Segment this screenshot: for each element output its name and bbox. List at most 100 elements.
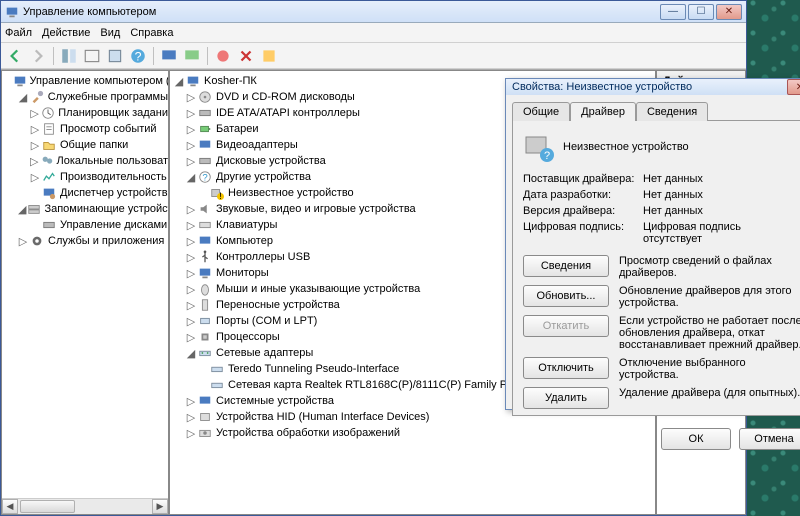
tab-general[interactable]: Общие: [512, 102, 570, 121]
network-icon: [197, 346, 213, 360]
tree-item[interactable]: ▷Производительность: [28, 169, 168, 185]
tree-root[interactable]: ▸Управление компьютером (л: [4, 73, 168, 89]
device-large-icon: ?: [523, 131, 555, 163]
button-description: Если устройство не работает после обновл…: [619, 315, 800, 351]
network-adapter-icon: [209, 378, 225, 392]
help-icon[interactable]: ?: [128, 46, 148, 66]
button-description: Обновление драйверов для этого устройств…: [619, 285, 800, 309]
storage-icon: [27, 202, 41, 216]
battery-icon: [197, 122, 213, 136]
toolbar-icon[interactable]: [236, 46, 256, 66]
prop-key: Дата разработки:: [523, 189, 643, 201]
tab-driver[interactable]: Драйвер: [570, 102, 636, 121]
performance-icon: [41, 170, 57, 184]
svg-text:?: ?: [202, 173, 207, 184]
prop-val: Нет данных: [643, 205, 800, 217]
tree-item[interactable]: ◢Служебные программы: [16, 89, 168, 105]
prop-key: Поставщик драйвера:: [523, 173, 643, 185]
menu-help[interactable]: Справка: [130, 27, 173, 39]
toolbar-icon[interactable]: [182, 46, 202, 66]
menu-file[interactable]: Файл: [5, 27, 32, 39]
cancel-button[interactable]: Отмена: [739, 428, 800, 450]
driver-rollback-button: Откатить: [523, 315, 609, 337]
cpu-icon: [197, 330, 213, 344]
navigation-tree[interactable]: ▸Управление компьютером (л ◢Служебные пр…: [1, 70, 169, 515]
services-icon: [29, 234, 45, 248]
tree-item[interactable]: ▷Локальные пользоват: [28, 153, 168, 169]
app-icon: [5, 5, 19, 19]
button-description: Просмотр сведений о файлах драйверов.: [619, 255, 800, 279]
dialog-titlebar[interactable]: Свойства: Неизвестное устройство ✕: [506, 79, 800, 95]
tree-item[interactable]: ▷Планировщик задани: [28, 105, 168, 121]
button-description: Отключение выбранного устройства.: [619, 357, 800, 381]
svg-text:?: ?: [544, 150, 550, 162]
disk-icon: [197, 154, 213, 168]
properties-dialog: Свойства: Неизвестное устройство ✕ Общие…: [505, 78, 800, 410]
tab-details[interactable]: Сведения: [636, 102, 708, 121]
back-button[interactable]: [5, 46, 25, 66]
port-icon: [197, 314, 213, 328]
eventlog-icon: [41, 122, 57, 136]
tools-icon: [29, 90, 45, 104]
computer-icon: [197, 234, 213, 248]
driver-remove-button[interactable]: Удалить: [523, 387, 609, 409]
toolbar-icon[interactable]: [259, 46, 279, 66]
scroll-left-button[interactable]: ◀: [2, 499, 18, 514]
menu-action[interactable]: Действие: [42, 27, 90, 39]
toolbar-icon[interactable]: [159, 46, 179, 66]
toolbar-icon[interactable]: [213, 46, 233, 66]
menu-view[interactable]: Вид: [100, 27, 120, 39]
tree-item[interactable]: ▷Просмотр событий: [28, 121, 168, 137]
forward-button[interactable]: [28, 46, 48, 66]
titlebar[interactable]: Управление компьютером — ☐ ✕: [1, 1, 746, 23]
other-devices-icon: ?: [197, 170, 213, 184]
toolbar: ?: [1, 43, 746, 69]
ok-button[interactable]: ОК: [661, 428, 731, 450]
prop-key: Цифровая подпись:: [523, 221, 643, 245]
network-adapter-icon: [209, 362, 225, 376]
mouse-icon: [197, 282, 213, 296]
computer-icon: [185, 74, 201, 88]
prop-key: Версия драйвера:: [523, 205, 643, 217]
tree-item[interactable]: ◢Запоминающие устройст: [16, 201, 168, 217]
usb-icon: [197, 250, 213, 264]
portable-icon: [197, 298, 213, 312]
svg-text:!: !: [219, 191, 222, 200]
scrollbar-horizontal[interactable]: ◀ ▶: [2, 498, 168, 514]
driver-disable-button[interactable]: Отключить: [523, 357, 609, 379]
toolbar-icon[interactable]: [105, 46, 125, 66]
system-icon: [197, 394, 213, 408]
button-description: Удаление драйвера (для опытных).: [619, 387, 800, 399]
toolbar-icon[interactable]: [82, 46, 102, 66]
audio-icon: [197, 202, 213, 216]
keyboard-icon: [197, 218, 213, 232]
driver-details-button[interactable]: Сведения: [523, 255, 609, 277]
scroll-right-button[interactable]: ▶: [152, 499, 168, 514]
disk-mgmt-icon: [41, 218, 57, 232]
scheduler-icon: [40, 106, 55, 120]
ide-icon: [197, 106, 213, 120]
device-name-label: Неизвестное устройство: [563, 141, 689, 153]
prop-val: Цифровая подпись отсутствует: [643, 221, 800, 245]
imaging-icon: [197, 426, 213, 440]
tree-item[interactable]: ▸Диспетчер устройств: [28, 185, 168, 201]
computer-icon: [13, 74, 27, 88]
toolbar-icon[interactable]: [59, 46, 79, 66]
prop-val: Нет данных: [643, 173, 800, 185]
scroll-thumb[interactable]: [20, 500, 75, 513]
window-title: Управление компьютером: [23, 6, 660, 18]
driver-update-button[interactable]: Обновить...: [523, 285, 609, 307]
hid-icon: [197, 410, 213, 424]
tree-item[interactable]: ▷Службы и приложения: [16, 233, 168, 249]
close-button[interactable]: ✕: [716, 4, 742, 20]
monitor-icon: [197, 266, 213, 280]
tree-item[interactable]: ▸Управление дисками: [28, 217, 168, 233]
maximize-button[interactable]: ☐: [688, 4, 714, 20]
tabbar: Общие Драйвер Сведения: [506, 95, 800, 120]
minimize-button[interactable]: —: [660, 4, 686, 20]
tab-page-driver: ? Неизвестное устройство Поставщик драйв…: [512, 120, 800, 416]
dialog-close-button[interactable]: ✕: [787, 79, 800, 95]
tree-item[interactable]: ▷Общие папки: [28, 137, 168, 153]
dialog-title: Свойства: Неизвестное устройство: [512, 81, 787, 93]
display-adapter-icon: [197, 138, 213, 152]
